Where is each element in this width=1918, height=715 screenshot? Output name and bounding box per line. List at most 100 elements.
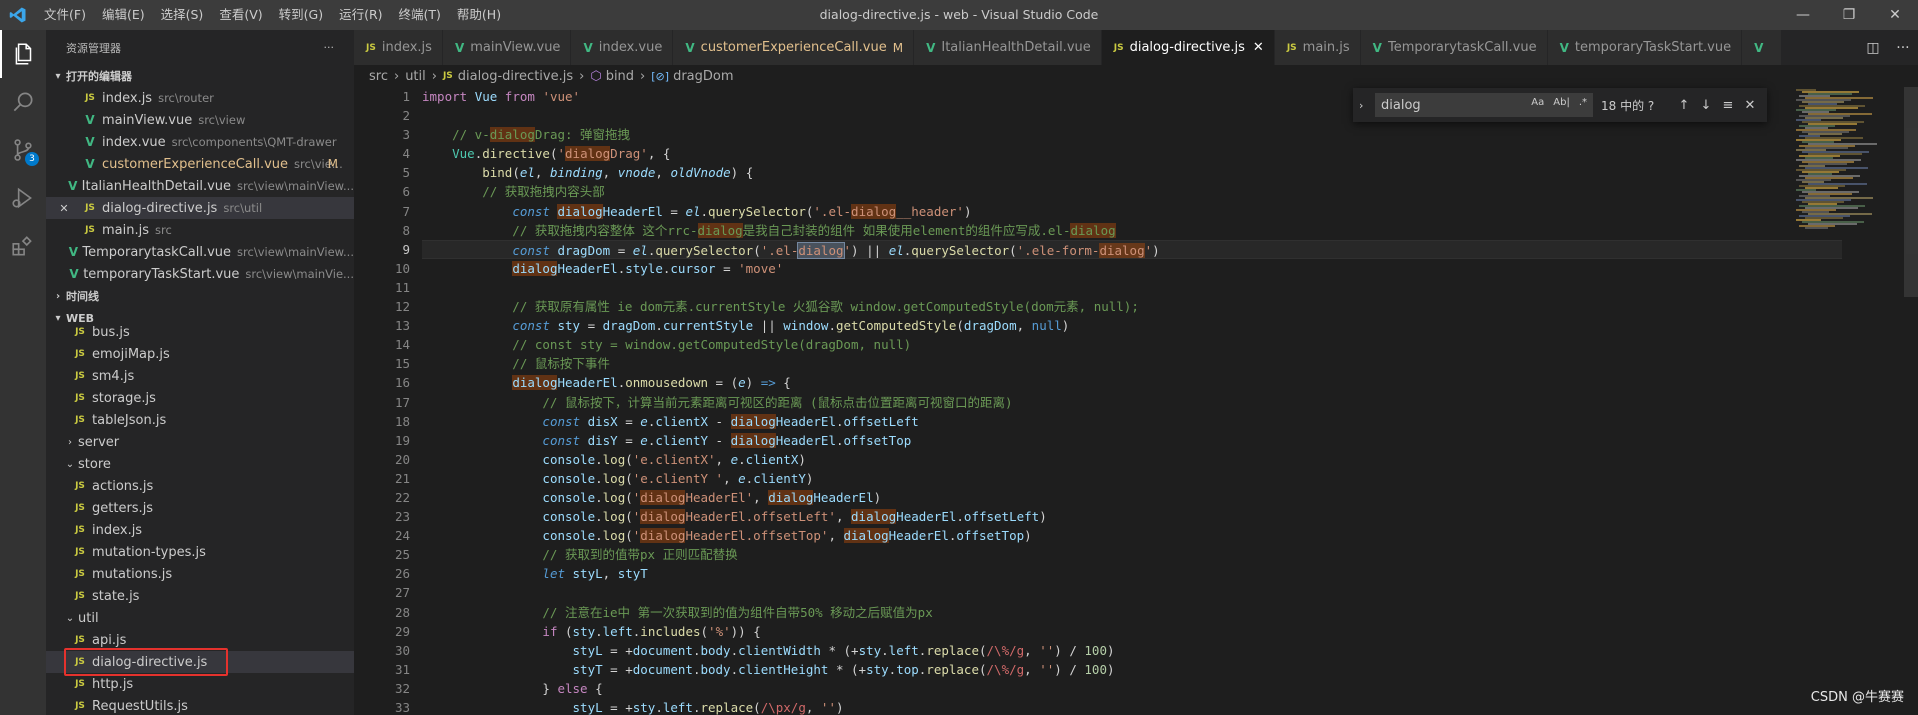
tree-file-item[interactable]: JS bus.js — [46, 321, 354, 343]
js-file-icon: JS — [442, 71, 453, 81]
js-file-icon: JS — [85, 93, 95, 103]
menu-item[interactable]: 文件(F) — [36, 0, 94, 30]
find-in-selection-button[interactable]: ≡ — [1717, 98, 1739, 113]
previous-match-button[interactable]: ↑ — [1673, 98, 1695, 113]
explorer-icon[interactable] — [0, 30, 46, 78]
tree-file-item[interactable]: JS index.js — [46, 519, 354, 541]
use-regex-button[interactable]: .* — [1577, 96, 1589, 109]
breadcrumb-src[interactable]: src — [369, 69, 388, 84]
open-editor-item[interactable]: ✕ JS dialog-directive.js src\util — [46, 197, 354, 219]
open-editor-item[interactable]: Vindex.vue src\components\QMT-drawer — [46, 131, 354, 153]
open-editor-item[interactable]: VmainView.vue src\view — [46, 109, 354, 131]
code-editor[interactable]: 1 2 3 4 5 6 7 8 9 10 11 12 13 14 15 16 17 18 19 20 21 22 23 24 2… — [354, 87, 1918, 715]
open-editor-item[interactable]: V TemporarytaskCall.vue src\view\mainView.… — [46, 241, 354, 263]
tree-file-item[interactable]: JS api.js — [46, 629, 354, 651]
editor-tab[interactable]: JS index.js — [354, 30, 443, 65]
editor-tab[interactable]: V ItalianHealthDetail.vue — [914, 30, 1102, 65]
breadcrumb-dragdom[interactable]: dragDom — [673, 69, 733, 84]
extensions-icon[interactable] — [0, 222, 46, 270]
editor-tab[interactable]: VmainView.vue — [442, 30, 572, 65]
file-path: src\components\QMT-drawer — [171, 135, 337, 149]
folder-item[interactable]: › server — [46, 431, 354, 453]
menu-item[interactable]: 选择(S) — [153, 0, 212, 30]
line-number: 4 — [402, 146, 410, 162]
tree-file-item[interactable]: JS actions.js — [46, 475, 354, 497]
source-control-icon[interactable]: 3 — [0, 126, 46, 174]
tree-file-item[interactable]: JS emojiMap.js — [46, 343, 354, 365]
minimap[interactable] — [1788, 87, 1918, 715]
editor-tab[interactable]: Vindex.vue — [571, 30, 674, 65]
tree-file-item[interactable]: JS mutation-types.js — [46, 541, 354, 563]
next-match-button[interactable]: ↓ — [1695, 98, 1717, 113]
timeline-section[interactable]: › 时间线 — [46, 285, 354, 307]
timeline-label: 时间线 — [66, 290, 99, 303]
search-icon[interactable] — [0, 78, 46, 126]
code-line-33: styL = +sty.left.replace(/\px/g, '') — [572, 700, 844, 715]
tree-file-item[interactable]: JS tableJson.js — [46, 409, 354, 431]
editor-tab[interactable]: JS dialog-directive.js ✕ — [1101, 30, 1275, 65]
line-number: 20 — [394, 451, 410, 467]
find-input[interactable]: dialog Aa Ab| .* — [1375, 93, 1593, 117]
tree-file-item[interactable]: JS mutations.js — [46, 563, 354, 585]
tree-file-item[interactable]: JS RequestUtils.js — [46, 695, 354, 715]
open-editors-section[interactable]: ▾ 打开的编辑器 — [46, 65, 354, 87]
js-file-icon: JS — [75, 503, 85, 513]
tab-label: mainView.vue — [470, 40, 561, 55]
more-icon[interactable]: ··· — [1896, 40, 1909, 56]
editor-tab[interactable]: VcustomerExperienceCall.vue M — [673, 30, 915, 65]
js-file-icon: JS — [75, 525, 85, 535]
tree-file-item[interactable]: JS storage.js — [46, 387, 354, 409]
tree-file-item[interactable]: JS sm4.js — [46, 365, 354, 387]
toggle-replace-icon[interactable]: › — [1359, 99, 1375, 112]
open-editor-item[interactable]: VcustomerExperienceCall.vue src\vie... M — [46, 153, 354, 175]
tree-file-item[interactable]: JS dialog-directive.js — [46, 651, 354, 673]
scrollbar-thumb[interactable] — [1904, 87, 1918, 297]
editor-tab[interactable]: VtemporaryTaskStart.vue — [1547, 30, 1743, 65]
run-debug-icon[interactable] — [0, 174, 46, 222]
close-window-button[interactable]: ✕ — [1872, 0, 1918, 30]
line-number: 7 — [402, 203, 410, 219]
menu-item[interactable]: 查看(V) — [211, 0, 270, 30]
file-name: customerExperienceCall.vue — [102, 156, 289, 172]
breadcrumb-file[interactable]: dialog-directive.js — [458, 69, 573, 84]
more-actions-button[interactable]: ··· — [324, 41, 335, 54]
code-area[interactable]: import Vue from 'vue' // v-dialogDrag: 弹… — [422, 87, 1842, 715]
open-editor-item[interactable]: V ItalianHealthDetail.vue src\view\mainVie… — [46, 175, 354, 197]
js-file-icon: JS — [75, 657, 85, 667]
file-name: TemporarytaskCall.vue — [82, 244, 232, 260]
open-editor-item[interactable]: JS index.js src\router — [46, 87, 354, 109]
menu-item[interactable]: 终端(T) — [391, 0, 449, 30]
open-editor-item[interactable]: JS main.js src — [46, 219, 354, 241]
match-case-button[interactable]: Aa — [1529, 96, 1546, 109]
menu-item[interactable]: 编辑(E) — [94, 0, 153, 30]
close-icon[interactable]: ✕ — [46, 202, 82, 215]
file-name: dialog-directive.js — [102, 200, 218, 216]
split-editor-icon[interactable]: ◫ — [1866, 40, 1879, 56]
match-whole-word-button[interactable]: Ab| — [1551, 96, 1572, 109]
editor-tab[interactable]: V — [1742, 30, 1783, 65]
code-line-23: console.log('dialogHeaderEl.offsetLeft',… — [542, 509, 1047, 525]
close-find-button[interactable]: ✕ — [1739, 98, 1761, 113]
maximize-button[interactable]: ❐ — [1826, 0, 1872, 30]
breadcrumb-bind[interactable]: bind — [606, 69, 634, 84]
editor-tab[interactable]: V TemporarytaskCall.vue — [1360, 30, 1548, 65]
js-file-icon: JS — [1286, 42, 1297, 53]
minimize-button[interactable]: — — [1780, 0, 1826, 30]
tree-file-item[interactable]: JS http.js — [46, 673, 354, 695]
editor-tab[interactable]: JS main.js — [1274, 30, 1361, 65]
vue-file-icon: V — [1372, 40, 1382, 55]
tree-file-item[interactable]: JS state.js — [46, 585, 354, 607]
tree-file-item[interactable]: JS getters.js — [46, 497, 354, 519]
menu-item[interactable]: 帮助(H) — [449, 0, 509, 30]
menu-bar: 文件(F) 编辑(E) 选择(S) 查看(V) 转到(G) 运行(R) 终端(T) 帮助(H) — [36, 0, 509, 30]
folder-item[interactable]: ⌄ util — [46, 607, 354, 629]
open-editor-item[interactable]: VtemporaryTaskStart.vue src\view\mainVie.… — [46, 263, 354, 285]
close-icon[interactable]: ✕ — [1253, 40, 1264, 55]
code-line-24: console.log('dialogHeaderEl.offsetTop', … — [542, 528, 1032, 544]
breadcrumb-util[interactable]: util — [405, 69, 426, 84]
js-file-icon: JS — [366, 42, 376, 53]
menu-item[interactable]: 转到(G) — [271, 0, 331, 30]
folder-item[interactable]: ⌄ store — [46, 453, 354, 475]
menu-item[interactable]: 运行(R) — [331, 0, 390, 30]
